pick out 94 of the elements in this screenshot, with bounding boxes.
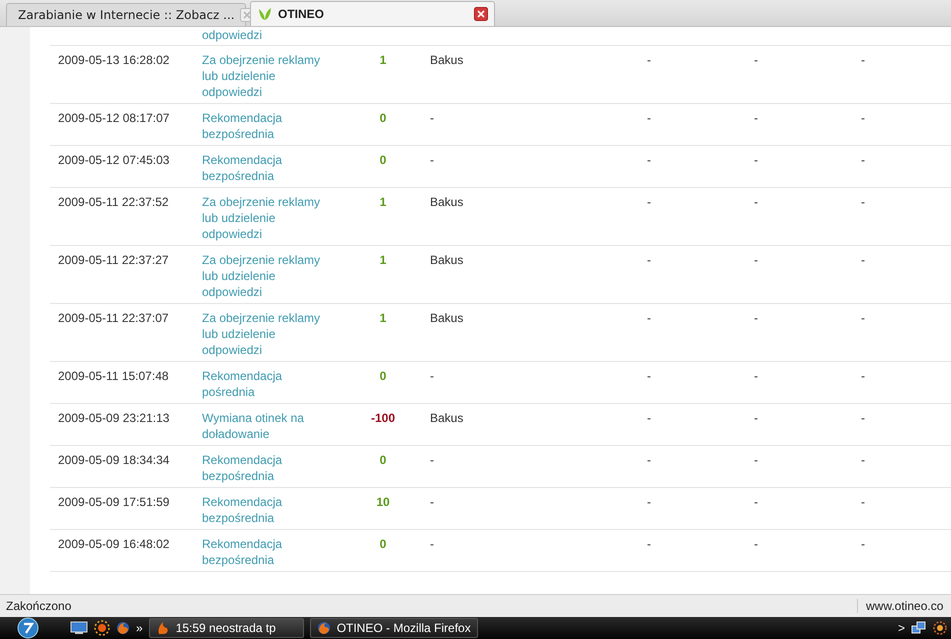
date-cell-text: 2009-05-12 07:45:03 <box>57 152 170 169</box>
table-cell-text: - <box>646 368 652 385</box>
desktop-icon[interactable] <box>70 621 88 635</box>
table-cell-text: - <box>860 368 866 385</box>
network-icon[interactable] <box>911 621 927 635</box>
transaction-type-link[interactable]: Rekomendacja bezpośrednia <box>202 152 332 184</box>
table-cell-text: - <box>753 110 759 127</box>
taskbar-button[interactable]: 15:59 neostrada tp <box>148 618 304 638</box>
table-cell-text: - <box>860 152 866 169</box>
table-cell-text: - <box>860 452 866 469</box>
table-cell-text: - <box>860 310 866 327</box>
user-cell-text: Bakus <box>429 410 464 427</box>
user-cell-text: - <box>429 152 435 169</box>
date-cell-text: 2009-05-09 18:34:34 <box>57 452 170 469</box>
sun-icon[interactable] <box>94 620 110 636</box>
points-value: 1 <box>380 53 386 67</box>
table-cell-text: - <box>860 536 866 553</box>
flame-icon <box>156 621 170 635</box>
table-cell-text: - <box>753 194 759 211</box>
transaction-type-link[interactable]: Rekomendacja bezpośrednia <box>202 494 332 526</box>
user-cell-text: - <box>429 368 435 385</box>
table-cell-text: - <box>646 110 652 127</box>
date-cell-text: 2009-05-11 15:07:48 <box>57 368 170 385</box>
date-cell-text: 2009-05-11 22:37:27 <box>57 252 170 269</box>
table-cell-text: - <box>646 310 652 327</box>
user-cell-text: Bakus <box>429 52 464 69</box>
transaction-type-link[interactable]: Za obejrzenie reklamy lub udzielenie odpowiedzi <box>202 52 332 100</box>
transaction-type-link[interactable]: Za obejrzenie reklamy lub udzielenie odpowiedzi <box>202 252 332 300</box>
leaf-icon <box>257 6 273 22</box>
points-value: 10 <box>376 495 390 509</box>
points-value: 0 <box>380 369 386 383</box>
table-cell-text: - <box>860 410 866 427</box>
table-cell-text: - <box>753 452 759 469</box>
points-value: 1 <box>380 311 386 325</box>
points-value: 1 <box>380 253 386 267</box>
table-cell-text: - <box>753 410 759 427</box>
user-cell-text: Bakus <box>429 194 464 211</box>
chevron-text[interactable]: » <box>136 621 143 635</box>
tray-chevron[interactable]: > <box>898 621 905 635</box>
table-cell-text: - <box>753 252 759 269</box>
table-cell-text: - <box>646 536 652 553</box>
table-cell-text: - <box>753 152 759 169</box>
date-cell-text: 2009-05-11 22:37:07 <box>57 310 170 327</box>
points-value: -100 <box>370 411 396 425</box>
table-cell-text: - <box>646 494 652 511</box>
user-cell-text: - <box>429 452 435 469</box>
status-text: Zakończono <box>5 599 72 613</box>
flower-icon[interactable] <box>933 621 947 635</box>
taskbar-button[interactable]: OTINEO - Mozilla Firefox <box>310 618 478 638</box>
date-cell-text: 2009-05-09 17:51:59 <box>57 494 170 511</box>
transaction-type-link[interactable]: Rekomendacja bezpośrednia <box>202 452 332 484</box>
close-icon[interactable] <box>474 7 488 21</box>
user-cell-text: Bakus <box>429 310 464 327</box>
date-cell-text: 2009-05-12 08:17:07 <box>57 110 170 127</box>
table-cell-text: - <box>646 52 652 69</box>
table-cell-text: - <box>860 52 866 69</box>
user-cell-text: Bakus <box>429 252 464 269</box>
table-cell-text: - <box>860 494 866 511</box>
status-url: www.otineo.co <box>857 599 951 613</box>
date-cell-text: 2009-05-09 23:21:13 <box>57 410 170 427</box>
date-cell-text: 2009-05-11 22:37:52 <box>57 194 170 211</box>
points-value: 1 <box>380 195 386 209</box>
table-cell-text: - <box>753 52 759 69</box>
browser-icon[interactable] <box>116 621 130 635</box>
user-cell-text: - <box>429 536 435 553</box>
table-cell-text: - <box>753 494 759 511</box>
user-cell-text: - <box>429 494 435 511</box>
user-cell-text: - <box>429 110 435 127</box>
table-cell-text: - <box>646 194 652 211</box>
browser-tab[interactable]: OTINEO <box>250 1 495 26</box>
table-cell-text: - <box>646 152 652 169</box>
table-cell-text: - <box>753 368 759 385</box>
table-cell-text: - <box>860 110 866 127</box>
transaction-type-link[interactable]: Rekomendacja pośrednia <box>202 368 332 400</box>
browser-icon <box>316 621 331 635</box>
transaction-type-link[interactable]: odpowiedzi <box>202 27 332 43</box>
table-cell-text: - <box>860 252 866 269</box>
transaction-type-link[interactable]: Wymiana otinek na doładowanie <box>202 410 332 442</box>
transaction-type-link[interactable]: Rekomendacja bezpośrednia <box>202 536 332 568</box>
date-cell-text: 2009-05-13 16:28:02 <box>57 52 170 69</box>
points-value: 0 <box>380 111 386 125</box>
transaction-type-link[interactable]: Za obejrzenie reklamy lub udzielenie odpowiedzi <box>202 194 332 242</box>
table-cell-text: - <box>860 194 866 211</box>
transaction-type-link[interactable]: Za obejrzenie reklamy lub udzielenie odpowiedzi <box>202 310 332 358</box>
points-value: 0 <box>380 153 386 167</box>
points-value: 0 <box>380 537 386 551</box>
transaction-type-link[interactable]: Rekomendacja bezpośrednia <box>202 110 332 142</box>
table-cell-text: - <box>753 536 759 553</box>
table-cell-text: - <box>646 452 652 469</box>
table-cell-text: - <box>753 310 759 327</box>
date-cell-text: 2009-05-09 16:48:02 <box>57 536 170 553</box>
table-cell-text: - <box>646 252 652 269</box>
table-cell-text: - <box>646 410 652 427</box>
points-value: 0 <box>380 453 386 467</box>
